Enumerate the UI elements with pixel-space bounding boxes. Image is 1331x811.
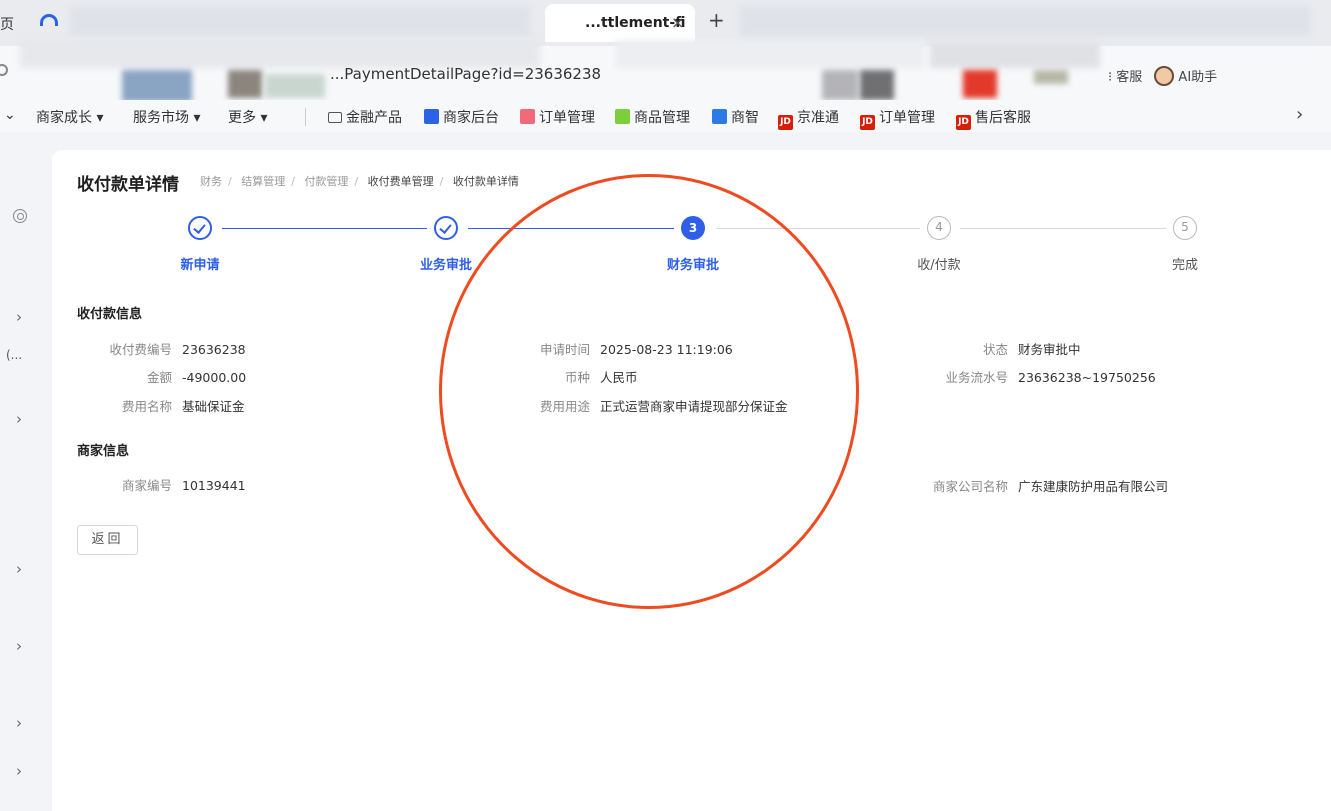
breadcrumb-item[interactable]: 结算管理 [241,175,285,188]
bookmark-shangzhi[interactable]: 商智 [712,107,759,127]
bookmark-finance-products[interactable]: 金融产品 [328,107,402,127]
browser-tab-icon [40,14,58,26]
bookmark-merchant-backend[interactable]: 商家后台 [424,107,499,127]
breadcrumb-item[interactable]: 收付费单管理 [368,175,434,188]
avatar-icon [1154,66,1175,86]
bookmarks-bar: ⌄ 商家成长 ▾ 服务市场 ▾ 更多 ▾ 金融产品 商家后台 订单管理 商品管理… [0,100,1331,132]
jd-icon: JD [956,115,971,130]
field-serial-no: 业务流水号 23636238~19750256 [945,370,1156,385]
detail-card: 收付款单详情 财务 / 结算管理 / 付款管理 / 收付费单管理 / 收付款单详情 3 … [52,150,1331,811]
breadcrumb-current: 收付款单详情 [452,175,519,188]
folder-icon [328,112,342,123]
step-3-label: 财务审批 [666,258,719,273]
step-connector [222,228,427,229]
back-button[interactable]: 返回 [77,525,138,555]
chevron-right-icon[interactable]: › [16,410,22,428]
sidebar-partial-label[interactable]: (... [6,348,22,362]
chevron-right-icon[interactable]: › [16,560,22,578]
step-1-check-icon [188,216,212,240]
blurred-area [930,42,1100,68]
merchant-info-title: 商家信息 [77,444,130,459]
blurred-area [615,40,925,68]
left-sidebar: › (... › › › › › [0,132,52,811]
bookmark-goods-management[interactable]: 商品管理 [615,107,690,127]
page-title: 收付款单详情 [77,175,179,195]
bookmark-more[interactable]: 更多 ▾ [228,107,267,127]
payment-info-title: 收付款信息 [77,307,143,322]
breadcrumb-item[interactable]: 财务 [200,175,222,188]
customer-service-button[interactable]: ⁝ 客服 [1108,66,1142,85]
blurred-block [822,70,858,100]
url-text[interactable]: ...PaymentDetailPage?id=23636238 [330,65,601,83]
bookmark-jingzhuntong[interactable]: JD 京准通 [778,107,839,130]
bookmark-after-sales[interactable]: JD 售后客服 [956,107,1031,130]
blurred-tabs-right [740,6,1310,36]
blurred-block [1034,70,1068,84]
breadcrumb: 财务 / 结算管理 / 付款管理 / 收付费单管理 / 收付款单详情 [200,175,519,188]
chevron-right-icon[interactable]: › [16,762,22,780]
reload-icon[interactable] [0,64,8,76]
step-2-check-icon [434,216,458,240]
new-tab-button[interactable]: + [708,8,725,32]
blurred-area [20,38,540,68]
blurred-tabs [70,6,530,36]
gear-icon[interactable] [13,209,27,223]
step-connector [468,228,674,229]
step-5-indicator: 5 [1173,216,1197,240]
step-1-label: 新申请 [180,258,220,273]
chart-icon [712,109,727,124]
field-fee-name: 费用名称 基础保证金 [121,399,245,414]
chevron-down-icon[interactable]: ⌄ [4,107,16,123]
blurred-block [963,70,997,98]
bookmark-jd-order-management[interactable]: JD 订单管理 [860,107,935,130]
chevron-right-icon[interactable]: › [16,714,22,732]
tab-partial-label[interactable]: 页 [0,14,14,34]
field-currency: 币种 人民币 [564,370,638,385]
chevron-right-icon[interactable]: › [1296,104,1303,125]
blurred-block [122,70,192,102]
bookmark-order-management[interactable]: 订单管理 [520,107,595,127]
chevron-right-icon[interactable]: › [16,637,22,655]
divider [305,108,306,126]
jd-icon: JD [778,115,793,130]
field-merchant-no: 商家编号 10139441 [121,478,246,493]
step-2-label: 业务审批 [419,258,472,273]
step-5-label: 完成 [1171,258,1198,273]
field-amount: 金额 -49000.00 [146,370,247,385]
field-apply-time: 申请时间 2025-08-23 11:19:06 [539,342,733,357]
store-icon [424,109,439,124]
ai-assistant-button[interactable]: AI助手 [1154,66,1217,86]
bookmark-service-market[interactable]: 服务市场 ▾ [133,107,200,127]
field-fee-no: 收付费编号 23636238 [109,342,246,357]
blurred-block [860,70,894,100]
active-browser-tab[interactable]: ...ttlement-fi × [545,4,695,42]
order-icon [520,109,535,124]
blurred-block [265,74,325,98]
chevron-right-icon[interactable]: › [16,308,22,326]
step-connector [960,228,1166,229]
tab-close-icon[interactable]: × [671,13,684,32]
step-4-label: 收/付款 [917,258,961,273]
blurred-block [228,70,262,98]
field-status: 状态 财务审批中 [982,342,1081,357]
browser-toolbar-right: ⁝ 客服 AI助手 [1100,66,1217,86]
step-3-indicator: 3 [681,216,705,240]
field-company-name: 商家公司名称 广东建康防护用品有限公司 [932,479,1169,494]
step-4-indicator: 4 [927,216,951,240]
breadcrumb-item[interactable]: 付款管理 [304,175,348,188]
jd-icon: JD [860,115,875,130]
goods-icon [615,109,630,124]
field-fee-usage: 费用用途 正式运营商家申请提现部分保证金 [539,399,788,414]
address-bar: ...PaymentDetailPage?id=23636238 ⁝ 客服 AI… [0,38,1331,102]
step-connector [716,228,920,229]
bookmark-merchant-growth[interactable]: 商家成长 ▾ [36,107,103,127]
